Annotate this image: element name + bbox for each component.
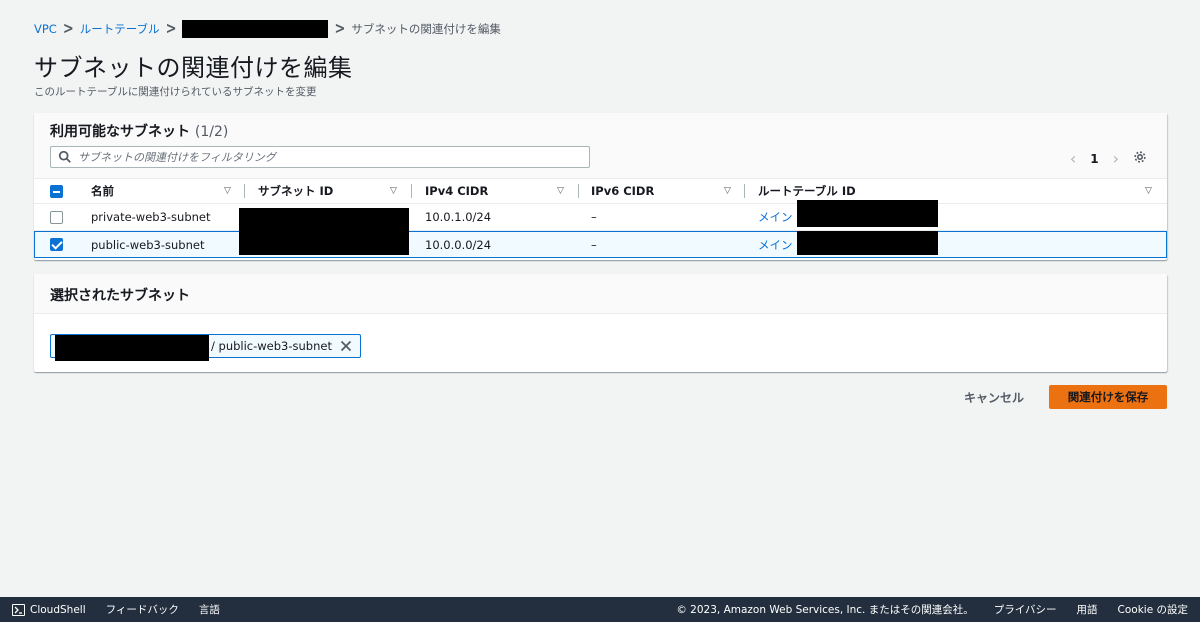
filter-box[interactable]: [50, 146, 590, 168]
sort-icon[interactable]: ▽: [390, 186, 397, 196]
redacted-subnet-id: [239, 231, 409, 255]
page-number[interactable]: 1: [1090, 152, 1098, 166]
breadcrumb-route-tables[interactable]: ルートテーブル: [80, 21, 160, 37]
select-all-checkbox[interactable]: [50, 184, 63, 198]
row-checkbox[interactable]: [50, 238, 63, 251]
sort-icon[interactable]: ▽: [224, 186, 231, 196]
footer-right: © 2023, Amazon Web Services, Inc. またはその関…: [676, 602, 1188, 617]
chevron-left-icon[interactable]: ‹: [1070, 149, 1076, 168]
chevron-right-icon: >: [165, 20, 177, 38]
cloudshell-button[interactable]: CloudShell: [12, 603, 86, 616]
column-header-ipv6[interactable]: IPv6 CIDR: [591, 179, 654, 203]
table-row[interactable]: public-web3-subnet 10.0.0.0/24 – メイン: [34, 231, 1167, 258]
table-row[interactable]: private-web3-subnet 10.0.1.0/24 – メイン: [34, 200, 1167, 232]
ipv4-cidr: 10.0.0.0/24: [425, 237, 492, 252]
chevron-right-icon: >: [62, 20, 74, 38]
terms-link[interactable]: 用語: [1077, 602, 1098, 617]
console-footer: CloudShell フィードバック 言語 © 2023, Amazon Web…: [0, 597, 1200, 622]
subnet-name: public-web3-subnet: [91, 237, 205, 252]
close-icon[interactable]: [340, 340, 352, 352]
language-link[interactable]: 言語: [199, 602, 220, 617]
page-title: サブネットの関連付けを編集: [34, 54, 353, 82]
sort-icon[interactable]: ▽: [1145, 186, 1152, 196]
selection-count: (1/2): [194, 124, 229, 140]
panel-header: 選択されたサブネット: [34, 274, 1167, 314]
chevron-right-icon: >: [334, 20, 346, 38]
column-header-name[interactable]: 名前: [91, 179, 114, 203]
ipv6-cidr: –: [591, 237, 597, 252]
route-table-link[interactable]: メイン: [758, 204, 793, 230]
gear-icon[interactable]: [1133, 150, 1147, 164]
token-label: / public-web3-subnet: [211, 339, 332, 353]
cancel-button[interactable]: キャンセル: [952, 385, 1036, 409]
cookie-settings-link[interactable]: Cookie の設定: [1118, 602, 1188, 617]
table-header: 名前 ▽ サブネット ID ▽ IPv4 CIDR ▽ IPv6 CIDR ▽ …: [34, 179, 1167, 204]
selected-subnet-token: / public-web3-subnet: [50, 334, 361, 361]
ipv4-cidr: 10.0.1.0/24: [425, 210, 492, 224]
redacted-subnet-id: [55, 335, 209, 361]
ipv6-cidr: –: [591, 210, 597, 224]
privacy-link[interactable]: プライバシー: [994, 602, 1057, 617]
redacted-subnet-id: [239, 208, 409, 232]
redacted-route-table-id[interactable]: [182, 20, 329, 38]
breadcrumb-vpc[interactable]: VPC: [34, 22, 57, 36]
redacted-route-table-id: [797, 200, 938, 227]
column-header-ipv4[interactable]: IPv4 CIDR: [425, 179, 488, 203]
filter-input[interactable]: [78, 150, 558, 164]
save-associations-button[interactable]: 関連付けを保存: [1049, 385, 1167, 409]
column-divider: [411, 184, 412, 198]
panel-header: 利用可能なサブネット (1/2) ‹ 1 ›: [34, 113, 1167, 179]
redacted-route-table-id: [797, 231, 938, 255]
cloudshell-label: CloudShell: [30, 603, 86, 616]
subnet-name: private-web3-subnet: [91, 210, 211, 224]
route-table-link[interactable]: メイン: [758, 232, 793, 257]
column-divider: [244, 184, 245, 198]
chevron-right-icon[interactable]: ›: [1113, 149, 1119, 168]
column-header-subnet-id[interactable]: サブネット ID: [258, 179, 333, 203]
breadcrumb-current: サブネットの関連付けを編集: [351, 22, 501, 36]
selected-subnets-panel: 選択されたサブネット / public-web3-subnet: [34, 274, 1167, 372]
feedback-link[interactable]: フィードバック: [106, 602, 179, 617]
page-description: このルートテーブルに関連付けられているサブネットを変更: [34, 86, 317, 98]
available-subnets-heading: 利用可能なサブネット: [50, 124, 190, 140]
sort-icon[interactable]: ▽: [557, 186, 564, 196]
sort-icon[interactable]: ▽: [724, 186, 731, 196]
breadcrumb: VPC > ルートテーブル > > サブネットの関連付けを編集: [34, 20, 501, 38]
available-subnets-title: 利用可能なサブネット (1/2): [50, 121, 228, 141]
row-checkbox[interactable]: [50, 211, 63, 224]
available-subnets-panel: 利用可能なサブネット (1/2) ‹ 1 › 名前 ▽ サブネット ID ▽ I…: [34, 113, 1167, 260]
column-divider: [578, 184, 579, 198]
selected-subnets-title: 選択されたサブネット: [50, 288, 190, 304]
copyright-text: © 2023, Amazon Web Services, Inc. またはその関…: [676, 604, 974, 616]
footer-left: CloudShell フィードバック 言語: [12, 602, 220, 617]
pagination: ‹ 1 ›: [1070, 149, 1119, 168]
terminal-icon: [12, 603, 25, 616]
search-icon: [58, 150, 71, 163]
column-divider: [744, 184, 745, 198]
